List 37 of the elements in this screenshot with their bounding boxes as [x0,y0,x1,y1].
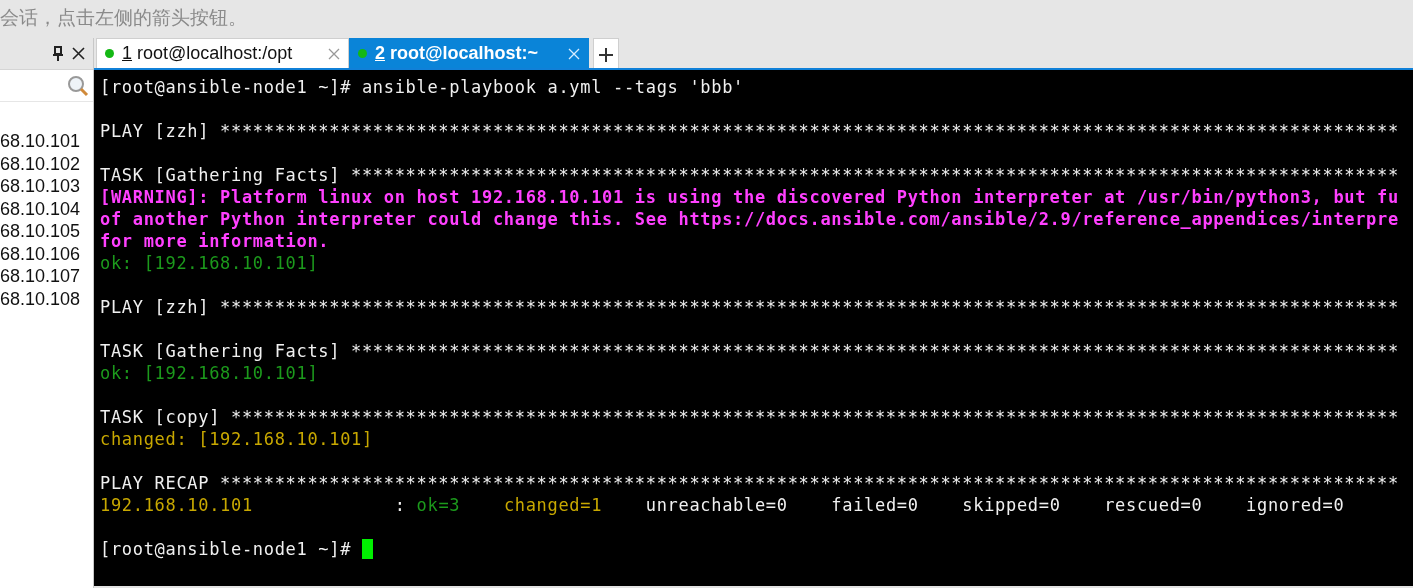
host-item[interactable]: 68.10.106 [0,243,81,264]
terminal-text: [root@ansible-node1 ~]# [100,539,353,559]
host-item[interactable]: 68.10.108 [0,288,81,309]
pin-icon[interactable] [52,46,64,61]
plus-icon[interactable] [599,47,613,62]
host-item[interactable]: 68.10.104 [0,198,81,219]
terminal-text: changed=1 [502,495,603,515]
terminal-text: [WARNING]: Platform linux on host 192.168.10.101 is using the discovered Python interpreter at /usr/bin/python3, but fu [100,187,1399,207]
terminal-text: [root@ansible-node1 ~]# ansible-playbook a.yml --tags 'bbb' [100,77,744,97]
terminal-text: of another Python interpreter could change this. See https://docs.ansible.com/ansible/2.9/reference_appendices/interpre [100,209,1399,229]
status-dot [105,49,114,58]
terminal-text: PLAY [zzh] ************************************************************************************************************ [100,297,1399,317]
terminal-text: TASK [copy] *********************************************************************************************************** [100,407,1399,427]
terminal-text: ok: [192.168.10.101] [100,363,319,383]
terminal-text: PLAY RECAP ************************************************************************************************************ [100,473,1399,493]
terminal-text: unreachable=0 failed=0 skipped=0 rescued=0 ignored=0 [644,495,1345,515]
host-item[interactable]: 68.10.107 [0,266,81,286]
terminal-text: TASK [Gathering Facts] ************************************************************************************************ [100,165,1399,185]
terminal-text: ok: [192.168.10.101] [100,253,319,273]
session-tab[interactable]: 2 root@localhost:~ [349,38,589,68]
terminal-text: ok=3 [416,495,461,515]
terminal-text: 192.168.10.101 [100,495,253,515]
session-tab[interactable]: 1 root@localhost:/opt [96,38,349,68]
host-item[interactable]: 68.10.105 [0,221,81,241]
terminal-text: for more information. [100,231,330,251]
new-tab-button[interactable] [593,38,619,68]
host-item[interactable]: 68.10.101 [0,131,81,151]
hint-text: 会话，点击左侧的箭头按钮。 [0,7,247,28]
terminal-text: changed: [192.168.10.101] [100,429,373,449]
host-item[interactable]: 68.10.102 [0,153,81,174]
search-icon[interactable] [67,74,89,97]
status-dot [358,49,367,58]
host-item[interactable]: 68.10.103 [0,176,81,196]
terminal-text: PLAY [zzh] ************************************************************************************************************ [100,121,1399,141]
close-icon[interactable] [72,47,85,60]
terminal-text: : [393,495,407,515]
terminal-text: TASK [Gathering Facts] ************************************************************************************************ [100,341,1399,361]
